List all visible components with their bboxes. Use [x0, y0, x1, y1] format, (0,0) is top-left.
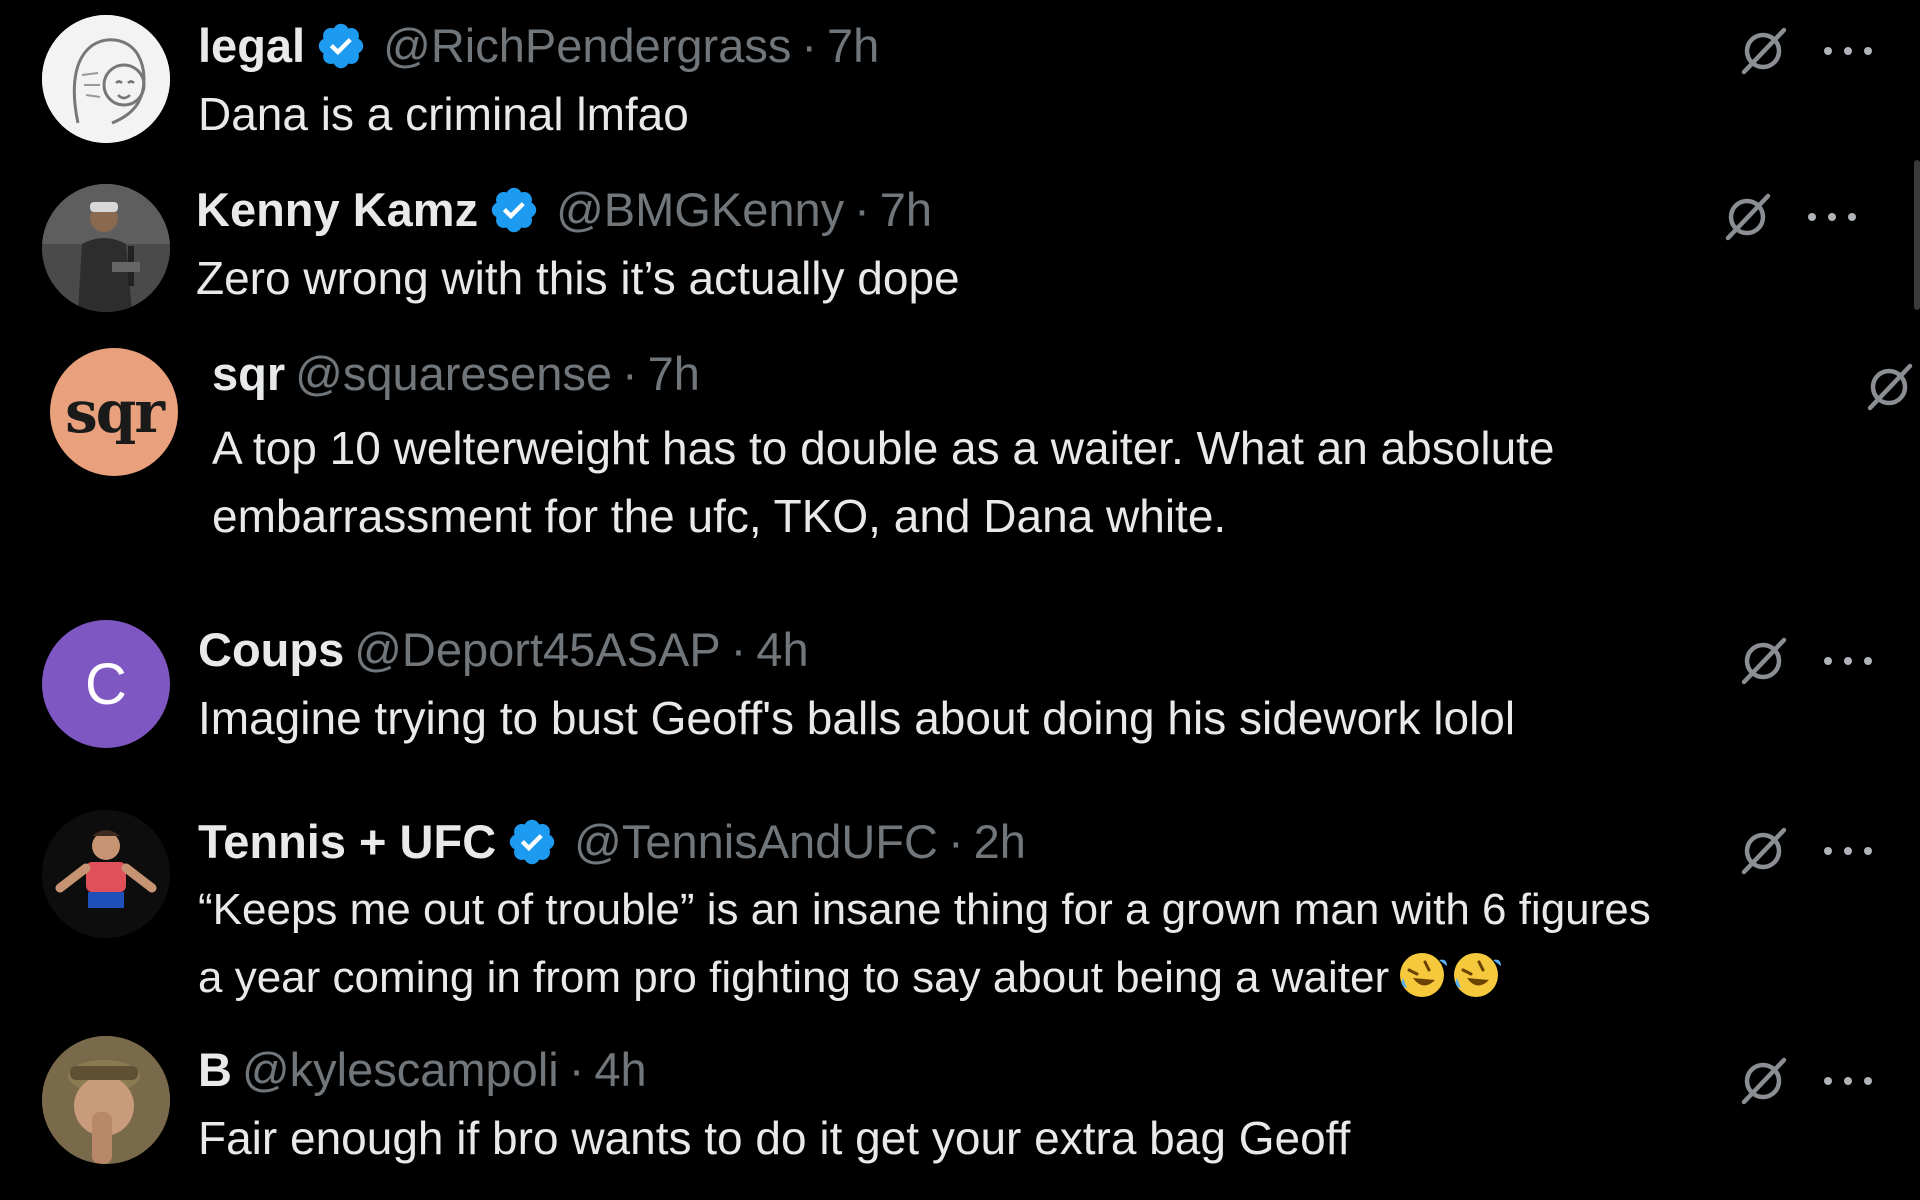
timestamp[interactable]: 2h — [974, 814, 1026, 870]
grok-icon[interactable] — [1720, 190, 1774, 244]
separator-dot: · — [947, 815, 964, 868]
reply-item[interactable]: B @kylescampoli · 4h Fair enough if bro … — [0, 1030, 1920, 1200]
avatar[interactable] — [42, 1036, 170, 1164]
reply-item[interactable]: legal @RichPendergrass · 7h Dana is a cr… — [0, 0, 1920, 160]
display-name[interactable]: B — [198, 1042, 232, 1098]
display-name[interactable]: sqr — [212, 346, 285, 402]
user-handle[interactable]: @RichPendergrass — [383, 18, 791, 74]
user-handle[interactable]: @kylescampoli — [242, 1042, 559, 1098]
reply-header: Coups @Deport45ASAP · 4h — [198, 622, 1515, 678]
avatar[interactable]: sqr — [50, 348, 178, 476]
timestamp[interactable]: 4h — [756, 622, 808, 678]
reply-text: “Keeps me out of trouble” is an insane t… — [198, 876, 1651, 1012]
more-options-icon[interactable] — [1818, 646, 1878, 676]
timestamp[interactable]: 7h — [827, 18, 879, 74]
avatar[interactable] — [42, 184, 170, 312]
boxer-photo-avatar-icon — [42, 810, 170, 938]
reply-text: Zero wrong with this it’s actually dope — [196, 252, 960, 304]
reply-header: Tennis + UFC @TennisAndUFC · 2h — [198, 814, 1651, 870]
timestamp[interactable]: 7h — [648, 346, 700, 402]
grok-icon[interactable] — [1736, 824, 1790, 878]
avatar-initials: sqr — [65, 378, 165, 446]
user-handle[interactable]: @squaresense — [295, 346, 612, 402]
grok-icon[interactable] — [1736, 1054, 1790, 1108]
reply-item[interactable]: Kenny Kamz @BMGKenny · 7h Zero wrong wit… — [0, 170, 1920, 330]
reply-text-line: a year coming in from pro fighting to sa… — [198, 953, 1390, 1002]
separator-dot: · — [801, 19, 817, 72]
avatar[interactable]: C — [42, 620, 170, 748]
reply-text: A top 10 welterweight has to double as a… — [212, 414, 1555, 550]
grok-icon[interactable] — [1862, 360, 1916, 414]
separator-dot: · — [621, 347, 638, 400]
reply-text: Imagine trying to bust Geoff's balls abo… — [198, 692, 1516, 744]
reply-text: Fair enough if bro wants to do it get yo… — [198, 1112, 1351, 1164]
person-photo-avatar-icon — [42, 184, 170, 312]
reply-text-line: “Keeps me out of trouble” is an insane t… — [198, 885, 1651, 934]
reply-text-line: A top 10 welterweight has to double as a… — [212, 422, 1555, 474]
verified-badge-icon — [488, 184, 540, 236]
reply-header: legal @RichPendergrass · 7h — [198, 18, 879, 74]
display-name[interactable]: Kenny Kamz — [196, 182, 478, 238]
reply-text-line-with-emoji: a year coming in from pro fighting to sa… — [198, 944, 1651, 1012]
reply-header: B @kylescampoli · 4h — [198, 1042, 1350, 1098]
verified-badge-icon — [315, 20, 367, 72]
avatar[interactable] — [42, 15, 170, 143]
timestamp[interactable]: 4h — [594, 1042, 646, 1098]
avatar-initials: C — [85, 651, 127, 717]
user-handle[interactable]: @BMGKenny — [556, 182, 844, 238]
more-options-icon[interactable] — [1818, 1066, 1878, 1096]
more-options-icon[interactable] — [1818, 36, 1878, 66]
reply-item[interactable]: Tennis + UFC @TennisAndUFC · 2h “Keeps m… — [0, 800, 1920, 1020]
replies-feed: legal @RichPendergrass · 7h Dana is a cr… — [0, 0, 1920, 1200]
sketch-face-avatar-icon — [42, 15, 170, 143]
separator-dot: · — [568, 1043, 585, 1096]
separator-dot: · — [730, 623, 747, 676]
display-name[interactable]: Tennis + UFC — [198, 814, 496, 870]
reply-header: sqr @squaresense · 7h — [212, 346, 1555, 402]
user-handle[interactable]: @TennisAndUFC — [574, 814, 938, 870]
reply-text: Dana is a criminal lmfao — [198, 88, 689, 140]
reply-header: Kenny Kamz @BMGKenny · 7h — [196, 182, 960, 238]
user-handle[interactable]: @Deport45ASAP — [354, 622, 720, 678]
separator-dot: · — [854, 183, 870, 236]
selfie-photo-avatar-icon — [42, 1036, 170, 1164]
reply-text-line: embarrassment for the ufc, TKO, and Dana… — [212, 490, 1227, 542]
grok-icon[interactable] — [1736, 24, 1790, 78]
display-name[interactable]: Coups — [198, 622, 344, 678]
more-options-icon[interactable] — [1802, 202, 1862, 232]
more-options-icon[interactable] — [1818, 836, 1878, 866]
rolling-on-floor-laughing-emoji-icon — [1449, 948, 1503, 1002]
verified-badge-icon — [506, 816, 558, 868]
avatar[interactable] — [42, 810, 170, 938]
reply-item[interactable]: sqr sqr @squaresense · 7h A top 10 welte… — [0, 340, 1920, 590]
reply-item[interactable]: C Coups @Deport45ASAP · 4h Imagine tryin… — [0, 610, 1920, 770]
display-name[interactable]: legal — [198, 18, 305, 74]
rolling-on-floor-laughing-emoji-icon — [1395, 948, 1449, 1002]
scrollbar[interactable] — [1914, 160, 1920, 310]
timestamp[interactable]: 7h — [880, 182, 932, 238]
grok-icon[interactable] — [1736, 634, 1790, 688]
